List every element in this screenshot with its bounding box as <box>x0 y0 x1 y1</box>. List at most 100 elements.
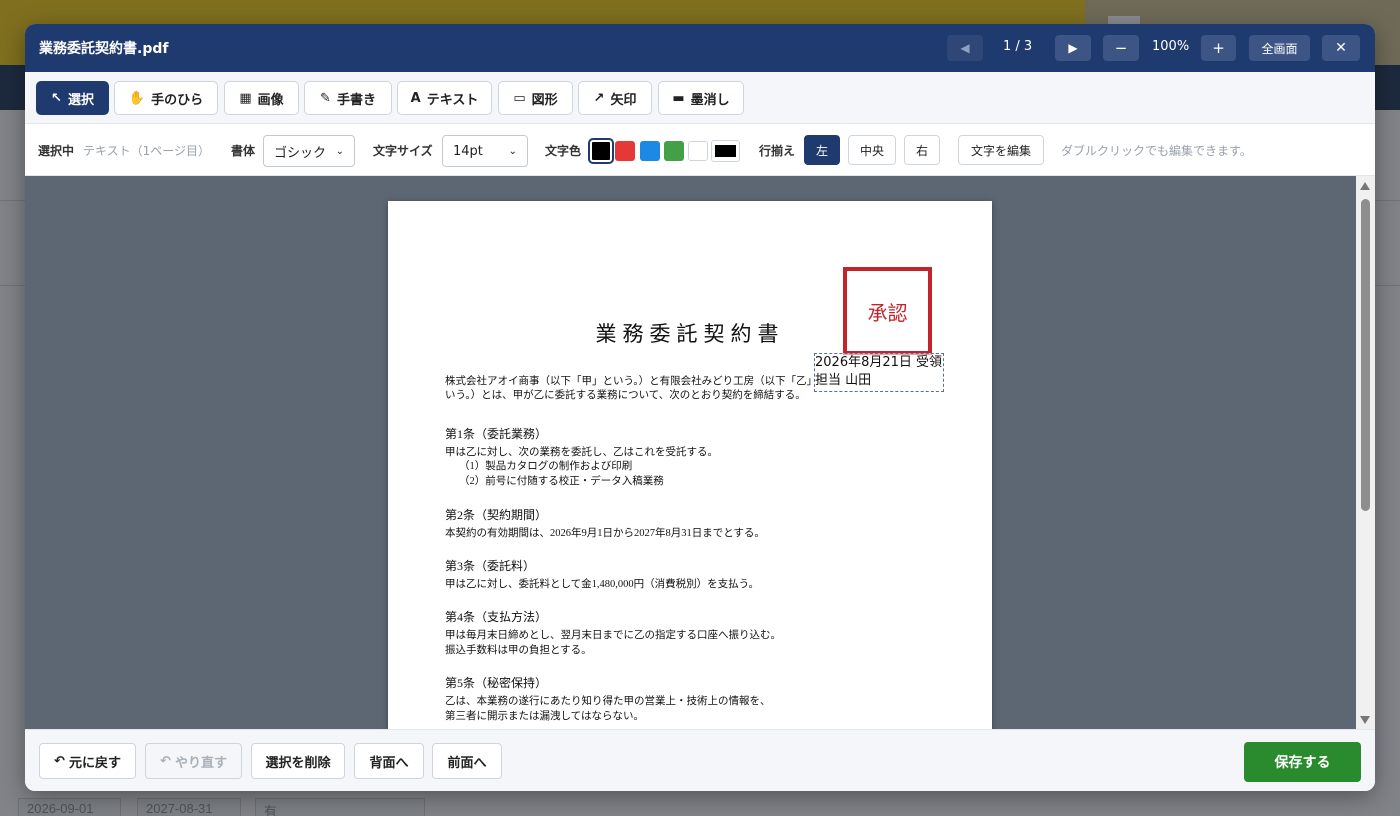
tool-label: 手書き <box>336 92 376 108</box>
tool-label: 手のひら <box>151 92 204 108</box>
pdf-page[interactable]: 業務委託契約書 株式会社アオイ商事（以下「甲」という。）と有限会社みどり工房（以… <box>388 201 992 729</box>
zoom-in-button[interactable]: + <box>1201 35 1236 61</box>
align-left-button[interactable]: 左 <box>804 135 840 165</box>
intro-line: 株式会社アオイ商事（以下「甲」という。）と有限会社みどり工房（以下「乙」と <box>445 376 828 387</box>
redo-icon: ↶ <box>160 753 171 769</box>
save-button[interactable]: 保存する <box>1244 742 1361 782</box>
color-swatch-black[interactable] <box>590 140 612 162</box>
delete-selection-button[interactable]: 選択を削除 <box>251 743 345 779</box>
article-text: 乙は、本業務の遂行にあたり知り得た甲の営業上・技術上の情報を、 <box>445 696 771 707</box>
redo-button[interactable]: ↶ やり直す <box>145 743 242 779</box>
tool-shape[interactable]: ▭ 図形 <box>498 81 573 115</box>
chevron-down-icon: ⌄ <box>335 145 344 157</box>
arrow-icon: ↗ <box>593 90 605 106</box>
page-indicator: 1 / 3 <box>1003 39 1033 54</box>
textbox-line: 担当 山田 <box>815 373 872 388</box>
tool-label: 墨消し <box>690 92 730 108</box>
redact-icon: ▬ <box>672 90 685 106</box>
approval-stamp[interactable]: 承認 <box>843 267 932 355</box>
undo-button[interactable]: ↶ 元に戻す <box>39 743 136 779</box>
chevron-down-icon: ⌄ <box>508 145 517 157</box>
undo-icon: ↶ <box>54 753 65 769</box>
modal-footer: ↶ 元に戻す ↶ やり直す 選択を削除 背面へ 前面へ 保存する <box>25 729 1375 791</box>
zoom-level: 100% <box>1152 39 1190 54</box>
vertical-scrollbar[interactable] <box>1356 176 1375 729</box>
cursor-icon: ↖ <box>51 90 62 106</box>
tool-arrow[interactable]: ↗ 矢印 <box>578 81 652 115</box>
align-center-button[interactable]: 中央 <box>848 135 896 165</box>
scrollbar-thumb[interactable] <box>1361 199 1370 511</box>
hand-icon: ✋ <box>128 90 146 106</box>
fullscreen-button[interactable]: 全画面 <box>1249 35 1310 61</box>
font-select-value: ゴシック <box>274 145 327 161</box>
tool-handwriting[interactable]: ✎ 手書き <box>304 81 392 115</box>
pen-icon: ✎ <box>320 90 331 106</box>
article-text: 甲は乙に対し、委託料として金1,480,000円（消費税別）を支払う。 <box>445 579 760 590</box>
edit-hint: ダブルクリックでも編集できます。 <box>1061 144 1252 158</box>
bring-forward-button[interactable]: 前面へ <box>432 743 502 779</box>
article-heading: 第2条（契約期間） <box>445 508 548 522</box>
intro-line: いう。）とは、甲が乙に委託する業務について、次のとおり契約を締結する。 <box>445 390 806 401</box>
tool-image[interactable]: ▦ 画像 <box>224 81 299 115</box>
background-cell-end-date: 2027-08-31 <box>137 798 241 816</box>
tool-hand[interactable]: ✋ 手のひら <box>114 81 218 115</box>
redo-label: やり直す <box>174 755 227 771</box>
pdf-editor-modal: 業務委託契約書.pdf ◀ 1 / 3 ▶ − 100% + 全画面 ✕ ↖ 選… <box>25 24 1375 791</box>
rectangle-icon: ▭ <box>513 90 526 106</box>
stamp-text: 承認 <box>867 300 908 325</box>
color-swatch-red[interactable] <box>615 141 635 161</box>
alignment-label: 行揃え <box>759 144 796 158</box>
tool-select[interactable]: ↖ 選択 <box>36 81 109 115</box>
color-swatch-green[interactable] <box>664 141 684 161</box>
modal-header: 業務委託契約書.pdf ◀ 1 / 3 ▶ − 100% + 全画面 ✕ <box>25 24 1375 72</box>
font-size-value: 14pt <box>453 143 483 159</box>
color-swatch-white[interactable] <box>688 141 708 161</box>
background-cell-flag: 有 <box>255 798 425 816</box>
zoom-out-button[interactable]: − <box>1103 35 1139 61</box>
modal-title: 業務委託契約書.pdf <box>39 41 169 57</box>
image-icon: ▦ <box>239 90 252 106</box>
selection-value: テキスト（1ページ目） <box>83 144 211 158</box>
prev-page-button[interactable]: ◀ <box>947 35 983 61</box>
color-swatch-blue[interactable] <box>640 141 660 161</box>
undo-label: 元に戻す <box>68 755 121 771</box>
article-heading: 第1条（委託業務） <box>445 427 548 441</box>
tool-label: 選択 <box>67 92 94 108</box>
scroll-up-icon[interactable] <box>1360 182 1370 190</box>
article-text: 甲は乙に対し、次の業務を委託し、乙はこれを受託する。 <box>445 447 718 458</box>
scroll-down-icon[interactable] <box>1360 716 1370 724</box>
article-heading: 第3条（委託料） <box>445 559 536 573</box>
next-page-button[interactable]: ▶ <box>1055 35 1091 61</box>
align-right-button[interactable]: 右 <box>904 135 940 165</box>
font-label: 書体 <box>231 144 256 158</box>
article-heading: 第5条（秘密保持） <box>445 676 548 690</box>
font-size-label: 文字サイズ <box>373 144 433 158</box>
close-button[interactable]: ✕ <box>1322 35 1360 61</box>
text-icon: A <box>410 90 421 106</box>
background-cell-start-date: 2026-09-01 <box>18 798 121 816</box>
custom-color-fill <box>715 145 736 157</box>
font-size-select[interactable]: 14pt ⌄ <box>442 135 528 167</box>
font-select[interactable]: ゴシック ⌄ <box>263 135 355 167</box>
properties-bar: 選択中 テキスト（1ページ目） 書体 ゴシック ⌄ 文字サイズ 14pt ⌄ 文… <box>25 125 1375 176</box>
edit-text-button[interactable]: 文字を編集 <box>958 135 1044 165</box>
article-item: （1）製品カタログの制作および印刷 <box>459 461 633 472</box>
tool-redact[interactable]: ▬ 墨消し <box>658 81 744 115</box>
article-item: （2）前号に付随する校正・データ入稿業務 <box>459 476 664 487</box>
article-text: 本契約の有効期間は、2026年9月1日から2027年8月31日までとする。 <box>445 528 765 539</box>
tool-bar: ↖ 選択 ✋ 手のひら ▦ 画像 ✎ 手書き A テキスト ▭ 図形 ↗ 矢印 … <box>25 72 1375 124</box>
tool-text[interactable]: A テキスト <box>397 81 492 115</box>
article-text: 第三者に開示または漏洩してはならない。 <box>445 711 644 722</box>
article-text: 振込手数料は甲の負担とする。 <box>445 645 592 656</box>
document-canvas[interactable]: 業務委託契約書 株式会社アオイ商事（以下「甲」という。）と有限会社みどり工房（以… <box>25 176 1375 729</box>
selected-text-box[interactable]: 2026年8月21日 受領 担当 山田 <box>814 353 944 392</box>
tool-label: テキスト <box>426 92 479 108</box>
tool-label: 図形 <box>531 92 558 108</box>
send-backward-button[interactable]: 背面へ <box>354 743 424 779</box>
article-heading: 第4条（支払方法） <box>445 610 548 624</box>
selection-label: 選択中 <box>38 144 75 158</box>
tool-label: 矢印 <box>610 92 637 108</box>
custom-color-picker[interactable] <box>711 140 740 162</box>
text-color-label: 文字色 <box>545 144 582 158</box>
article-text: 甲は毎月末日締めとし、翌月末日までに乙の指定する口座へ振り込む。 <box>445 630 781 641</box>
